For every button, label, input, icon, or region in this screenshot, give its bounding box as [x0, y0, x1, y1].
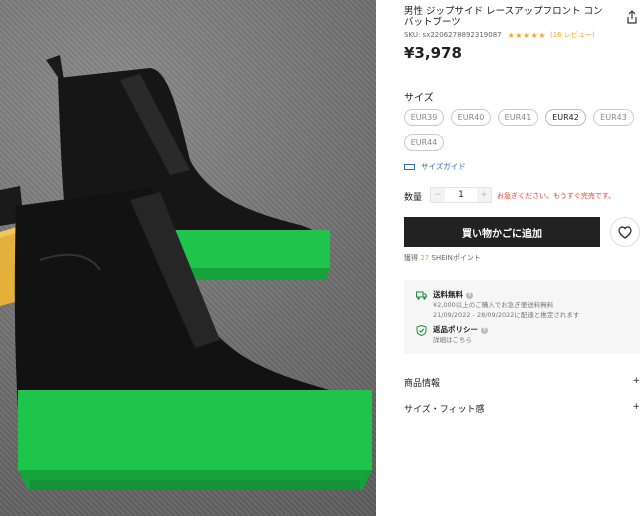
size-option-eur39[interactable]: EUR39 [404, 109, 444, 126]
size-option-eur43[interactable]: EUR43 [593, 109, 634, 126]
size-guide-label: サイズガイド [421, 162, 466, 171]
free-shipping-row: 送料無料? ¥2,000以上のご購入でお急ぎ便送料無料 21/09/2022 -… [416, 289, 579, 320]
points-count: 27 [420, 254, 430, 262]
shipping-returns-box: 送料無料? ¥2,000以上のご購入でお急ぎ便送料無料 21/09/2022 -… [404, 280, 640, 354]
returns-line1: 詳細はこちら [433, 336, 472, 344]
size-guide-link[interactable]: サイズガイド [404, 161, 466, 172]
product-panel: 男性 ジップサイド レースアップフロント コンバットブーツ SKU: sx220… [404, 0, 640, 516]
boots-illustration [0, 55, 372, 490]
share-icon[interactable] [626, 10, 638, 24]
shipping-line1: ¥2,000以上のご購入でお急ぎ便送料無料 [433, 301, 554, 309]
product-price: ¥3,978 [404, 44, 462, 62]
ruler-icon [404, 163, 415, 170]
returns-title: 返品ポリシー [433, 325, 478, 334]
help-icon[interactable]: ? [466, 291, 473, 299]
accordion-label: 商品情報 [404, 379, 441, 389]
quantity-stepper: − 1 + [430, 187, 492, 203]
shipping-title: 送料無料 [433, 290, 463, 299]
return-policy-row[interactable]: 返品ポリシー? 詳細はこちら [416, 324, 488, 345]
expand-icon: + [632, 402, 640, 412]
rating-stars: ★★★★★ [507, 30, 546, 40]
truck-icon [416, 291, 427, 300]
accordion-label: サイズ・フィット感 [404, 405, 485, 415]
points-suffix: SHEINポイント [431, 254, 481, 262]
heart-icon [618, 225, 632, 239]
quantity-label: 数量 [404, 193, 423, 203]
product-title: 男性 ジップサイド レースアップフロント コンバットブーツ [404, 6, 603, 28]
sku-text: SKU: sx2206278892319087 [404, 31, 502, 39]
points-info: 獲得 27 SHEINポイント [404, 253, 481, 263]
help-icon[interactable]: ? [481, 326, 488, 334]
product-page: 男性 ジップサイド レースアップフロント コンバットブーツ SKU: sx220… [0, 0, 640, 516]
quantity-plus-button[interactable]: + [477, 188, 491, 202]
size-option-eur41[interactable]: EUR41 [498, 109, 538, 126]
size-option-eur44[interactable]: EUR44 [404, 134, 444, 151]
review-count-link[interactable]: (16 レビュー) [550, 30, 595, 40]
add-to-cart-button[interactable]: 買い物かごに追加 [404, 217, 600, 247]
accordion-size-fit[interactable]: サイズ・フィット感 + [404, 402, 640, 415]
expand-icon: + [632, 376, 640, 386]
stock-warning: お急ぎください。もうすぐ完売です。 [497, 192, 616, 200]
product-image[interactable] [0, 0, 376, 516]
quantity-minus-button[interactable]: − [431, 188, 445, 202]
points-prefix: 獲得 [404, 254, 418, 262]
accordion-product-info[interactable]: 商品情報 + [404, 376, 640, 389]
shipping-line2: 21/09/2022 - 28/09/2022に配達と推定されます [433, 311, 580, 319]
size-option-eur40[interactable]: EUR40 [451, 109, 491, 126]
wishlist-button[interactable] [610, 217, 640, 247]
size-label: サイズ [404, 93, 434, 104]
quantity-input[interactable]: 1 [445, 190, 477, 200]
sku-row: SKU: sx2206278892319087 ★★★★★ (16 レビュー) [404, 30, 595, 40]
size-option-eur42[interactable]: EUR42 [545, 109, 586, 126]
shield-check-icon [416, 325, 427, 336]
